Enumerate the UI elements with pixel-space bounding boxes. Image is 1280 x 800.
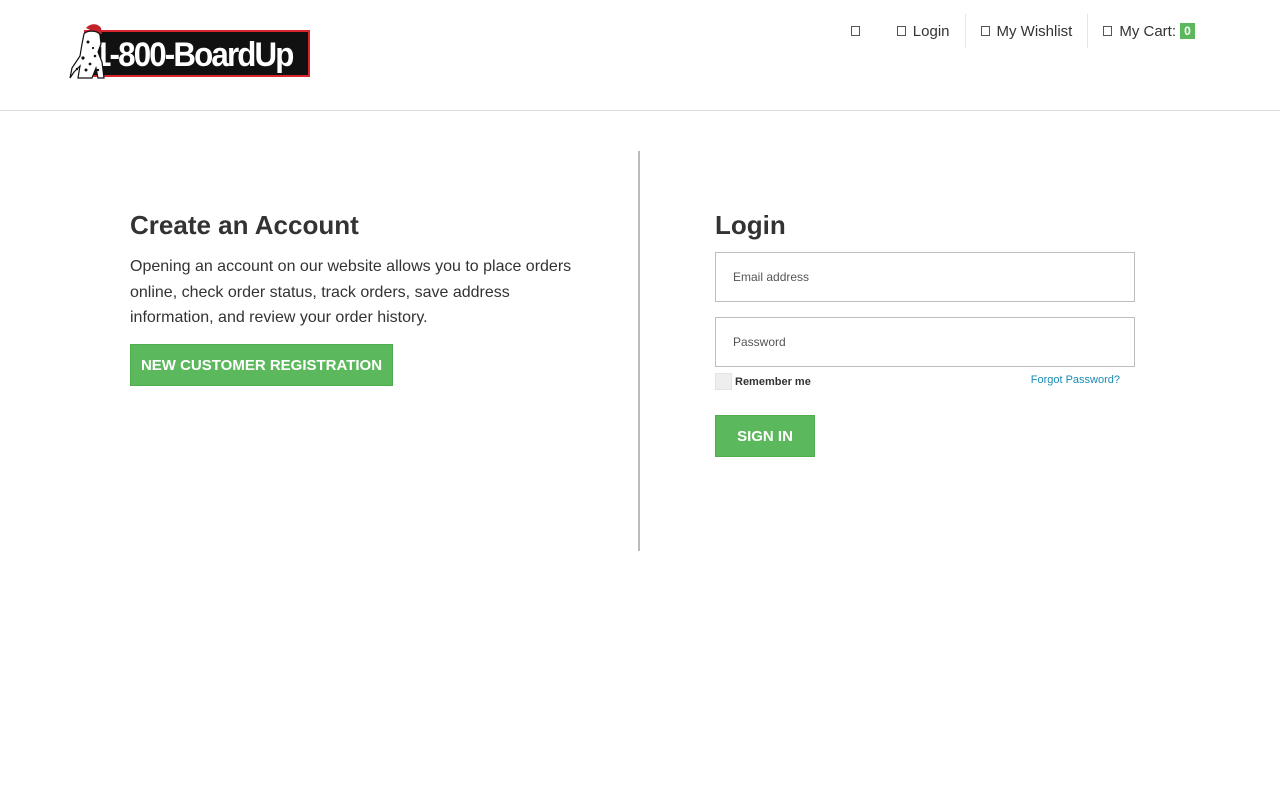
create-account-description: Opening an account on our website allows… <box>130 258 572 326</box>
create-account-title: Create an Account <box>130 210 359 240</box>
cart-count-badge: 0 <box>1180 23 1195 39</box>
wishlist-link[interactable]: My Wishlist <box>964 14 1088 48</box>
logo-text: 1-800-BoardUp <box>94 36 294 74</box>
cart-link[interactable]: My Cart: 0 <box>1087 14 1210 48</box>
remember-me: Remember me <box>715 373 811 390</box>
new-customer-registration-button[interactable]: NEW CUSTOMER REGISTRATION <box>130 344 393 386</box>
password-field[interactable] <box>715 317 1135 367</box>
site-logo[interactable]: 1-800-BoardUp <box>68 22 312 82</box>
cart-link-label: My Cart: <box>1119 22 1176 40</box>
section-divider <box>638 151 640 551</box>
remember-me-label: Remember me <box>735 375 811 388</box>
site-header: 1-800-BoardUp Login My Wishlist My Cart:… <box>0 0 1280 111</box>
create-account-section: Create an Account Opening an account on … <box>130 206 580 386</box>
search-link[interactable] <box>836 14 882 48</box>
dalmatian-icon <box>69 24 105 79</box>
wishlist-link-label: My Wishlist <box>996 22 1073 40</box>
login-section: Login Remember me Forgot Password? SIGN … <box>715 206 1135 457</box>
search-icon <box>850 25 861 37</box>
login-title: Login <box>715 210 786 240</box>
header-links: Login My Wishlist My Cart: 0 <box>836 14 1210 48</box>
email-field[interactable] <box>715 252 1135 302</box>
remember-me-checkbox[interactable] <box>715 373 732 390</box>
sign-in-button[interactable]: SIGN IN <box>715 415 815 457</box>
heart-icon <box>980 25 991 37</box>
forgot-password-link[interactable]: Forgot Password? <box>1031 374 1120 386</box>
login-link-label: Login <box>912 22 950 40</box>
login-link[interactable]: Login <box>882 14 965 48</box>
user-icon <box>896 25 907 37</box>
cart-icon <box>1103 25 1113 37</box>
